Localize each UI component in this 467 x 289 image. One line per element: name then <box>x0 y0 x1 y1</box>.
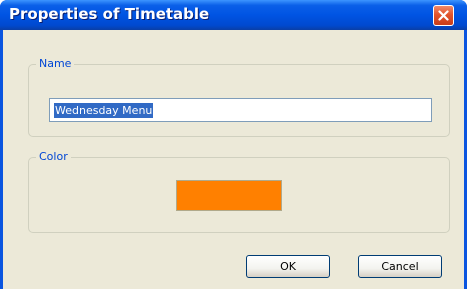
cancel-button[interactable]: Cancel <box>358 255 442 278</box>
close-icon <box>438 10 449 21</box>
color-group-label: Color <box>36 150 71 163</box>
title-bar[interactable]: Properties of Timetable <box>0 0 467 30</box>
name-input-value: Wednesday Menu <box>54 103 154 118</box>
name-group-label: Name <box>36 57 75 70</box>
ok-button[interactable]: OK <box>246 255 330 278</box>
dialog-body: Name Wednesday Menu Color OK Cancel <box>3 30 464 289</box>
properties-dialog: Properties of Timetable Name Wednesday M… <box>0 0 467 289</box>
color-swatch[interactable] <box>176 180 282 211</box>
window-title: Properties of Timetable <box>9 5 210 23</box>
color-groupbox: Color <box>28 150 450 233</box>
close-button[interactable] <box>433 5 454 26</box>
name-groupbox: Name Wednesday Menu <box>28 57 450 137</box>
name-input[interactable]: Wednesday Menu <box>49 98 432 122</box>
